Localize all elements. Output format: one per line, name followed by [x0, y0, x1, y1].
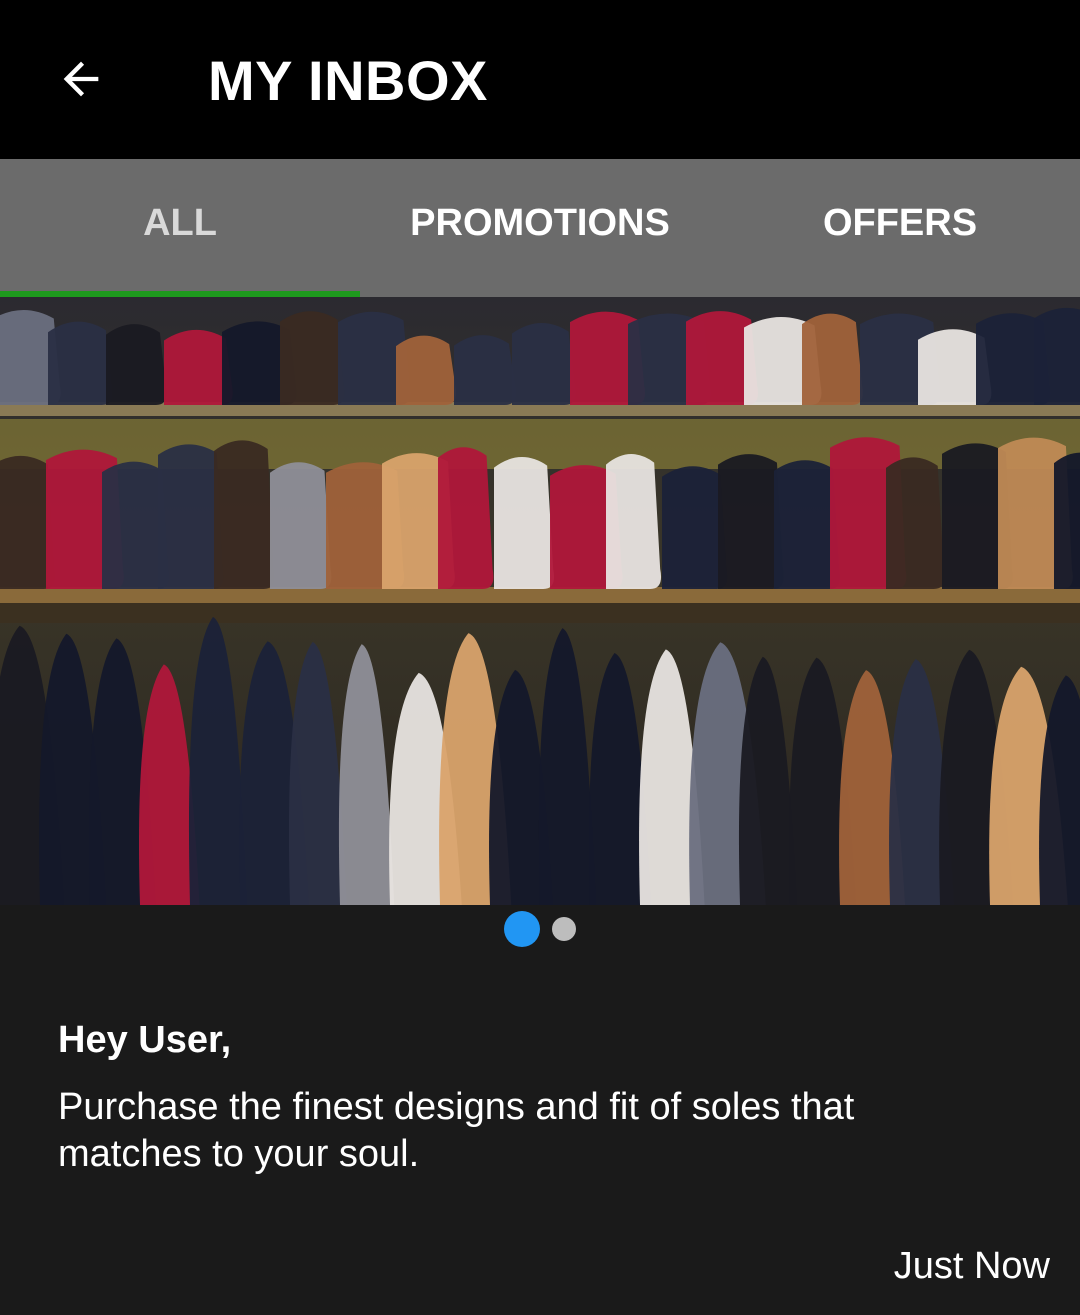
shoe-shape	[512, 322, 576, 405]
shoe-shape	[606, 454, 662, 589]
shoe-shape	[1034, 307, 1080, 405]
shoe-shape	[438, 447, 494, 589]
tab-offers[interactable]: OFFERS	[720, 159, 1080, 297]
shoe-shape	[886, 457, 945, 589]
shoe-shape	[158, 444, 224, 589]
pager-dot-active[interactable]	[504, 911, 540, 947]
shoe-shelf-image	[0, 297, 1080, 905]
arrow-left-icon	[63, 61, 99, 97]
message-greeting: Hey User,	[58, 1019, 232, 1061]
shoe-shape	[1054, 452, 1080, 589]
pager-dot[interactable]	[552, 917, 576, 941]
tab-all[interactable]: ALL	[0, 159, 360, 297]
tab-promotions[interactable]: PROMOTIONS	[360, 159, 720, 297]
app-bar: MY INBOX	[0, 0, 1080, 159]
tab-bar: ALL PROMOTIONS OFFERS	[0, 159, 1080, 297]
shoe-shape	[270, 462, 332, 589]
page-title: MY INBOX	[208, 49, 488, 112]
carousel-pager	[0, 905, 1080, 953]
tab-label: PROMOTIONS	[410, 201, 670, 244]
shoe-shape	[454, 335, 516, 405]
shoe-shape	[48, 321, 113, 405]
shoe-shape	[662, 466, 728, 589]
shoe-shape	[280, 311, 345, 405]
shoe-shape	[106, 324, 167, 405]
tab-label: ALL	[143, 201, 217, 244]
promo-banner-image[interactable]	[0, 297, 1080, 905]
message-timestamp: Just Now	[893, 1245, 1050, 1287]
inbox-screen: MY INBOX ALL PROMOTIONS OFFERS Hey User,…	[0, 0, 1080, 1315]
shoe-shape	[802, 313, 863, 405]
shoe-shape	[718, 454, 784, 589]
shoe-shape	[396, 335, 457, 405]
message-body: Purchase the finest designs and fit of s…	[58, 1086, 855, 1175]
back-button[interactable]	[48, 46, 114, 112]
shoe-shape	[214, 440, 275, 589]
shoe-shape	[494, 457, 555, 589]
tab-label: OFFERS	[822, 201, 978, 244]
